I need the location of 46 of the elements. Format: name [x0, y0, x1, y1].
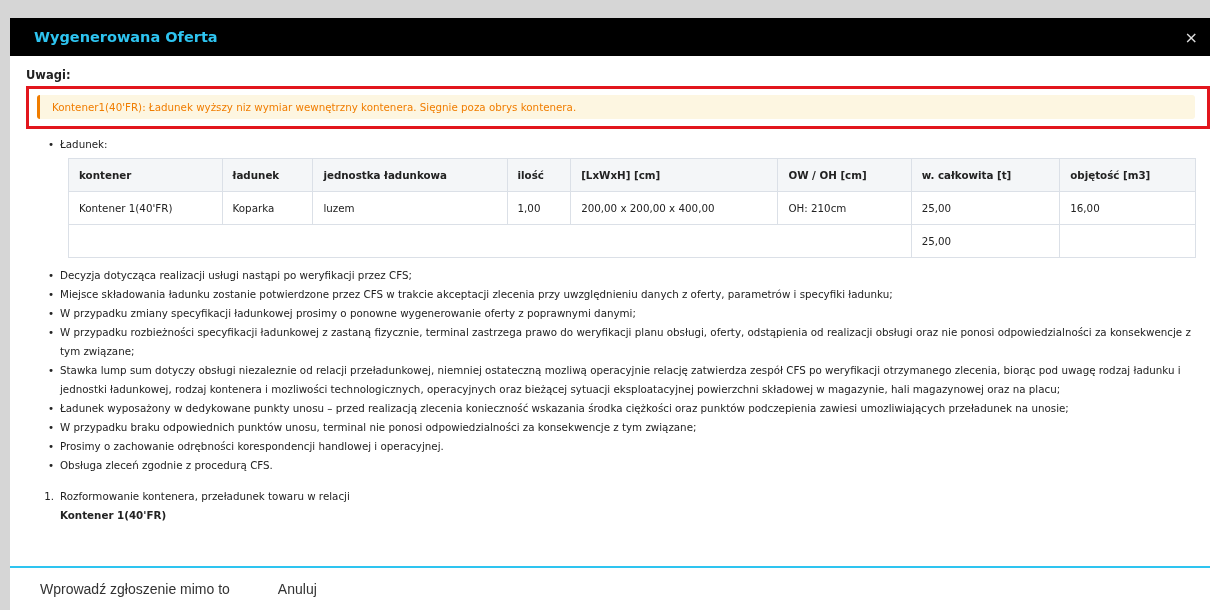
column-header: kontener — [68, 158, 223, 192]
bullet-marker: • — [47, 325, 54, 340]
table-cell: Koparka — [222, 191, 313, 225]
note-item: Miejsce składowania ładunku zostanie potwierdzone przez CFS w trakcie akceptacji zlecenia przy uwzględnieniu danych z oferty, parametrów i specyfiki ładunku; — [60, 287, 893, 302]
bullet-marker: • — [47, 439, 54, 454]
bullet-marker: • — [47, 363, 54, 378]
step-detail: Kontener 1(40'FR) — [60, 508, 168, 523]
note-item: Obsługa zleceń zgodnie z procedurą CFS. — [60, 458, 273, 473]
table-cell: 200,00 x 200,00 x 400,00 — [570, 191, 778, 225]
bullet-marker: • — [47, 306, 54, 321]
table-cell: OH: 210cm — [777, 191, 912, 225]
submit-button[interactable]: Wprowadź zgłoszenie mimo to — [30, 577, 240, 601]
note-item: Prosimy o zachowanie odrębności korespondencji handlowej i operacyjnej. — [60, 439, 444, 454]
note-item: Ładunek wyposażony w dedykowane punkty unosu – przed realizacją zlecenia konieczność wskazania środka ciężkości oraz punktów podczepienia zawiesi umozliwiających przeładunek na unosie; — [60, 401, 1069, 416]
bullet-marker: • — [47, 458, 54, 473]
note-item: W przypadku rozbieżności specyfikacji ładunkowej z zastaną fizycznie, terminal zastrzega prawo do weryfikacji planu obsługi, oferty, odstąpienia od realizacji obsługi oraz nie ponosi odpowiedzialności za konsekwencje z tym związane; — [60, 325, 1192, 359]
table-cell: 25,00 — [911, 224, 1060, 258]
note-item: Stawka lump sum dotyczy obsługi niezaleznie od relacji przeładunkowej, niemniej ostateczną mozliwą operacyjnie relację zatwierdza zespół CFS po weryfikacji otrzymanego zlecenia, biorąc pod uwagę rodzaj ładunku i jednostki ładunkowej, rodzaj kontenera i mozliwości technologicznych, operacyjnych oraz bieżącej sytuacji eksploatacyjnej powierzchni składowej w magazynie, hali magazynowej oraz na placu; — [60, 363, 1182, 397]
bullet-marker: • — [47, 137, 54, 152]
bullet-marker: • — [47, 420, 54, 435]
table-cell: 16,00 — [1059, 191, 1196, 225]
column-header: [LxWxH] [cm] — [570, 158, 778, 192]
close-button[interactable]: × — [1180, 27, 1202, 47]
note-item: Decyzja dotycząca realizacji usługi nastąpi po weryfikacji przez CFS; — [60, 268, 412, 283]
column-header: objętość [m3] — [1059, 158, 1196, 192]
table-cell: 1,00 — [507, 191, 571, 225]
table-cell: luzem — [312, 191, 508, 225]
column-header: ładunek — [222, 158, 313, 192]
notes-heading: Uwagi: — [26, 68, 72, 82]
table-cell: Kontener 1(40'FR) — [68, 191, 223, 225]
column-header: ilość — [507, 158, 571, 192]
dialog-title: Wygenerowana Oferta — [34, 29, 218, 45]
warning-alert: Kontener1(40'FR): Ładunek wyższy niz wymiar wewnętrzny kontenera. Sięgnie poza obrys kontenera. — [37, 95, 1195, 119]
cancel-button[interactable]: Anuluj — [267, 577, 327, 601]
column-header: w. całkowita [t] — [911, 158, 1060, 192]
bullet-marker: • — [47, 268, 54, 283]
column-header: OW / OH [cm] — [777, 158, 912, 192]
cargo-label: Ładunek: — [60, 137, 108, 152]
step-text: Rozformowanie kontenera, przeładunek towaru w relacji — [60, 489, 350, 504]
note-item: W przypadku braku odpowiednich punktów unosu, terminal nie ponosi odpowiedzialności za konsekwencje z tym związane; — [60, 420, 697, 435]
bullet-marker: • — [47, 401, 54, 416]
bullet-marker: • — [47, 287, 54, 302]
table-cell: 25,00 — [911, 191, 1060, 225]
column-header: jednostka ładunkowa — [312, 158, 508, 192]
step-number: 1. — [43, 489, 55, 504]
note-item: W przypadku zmiany specyfikacji ładunkowej prosimy o ponowne wygenerowanie oferty z poprawnymi danymi; — [60, 306, 636, 321]
